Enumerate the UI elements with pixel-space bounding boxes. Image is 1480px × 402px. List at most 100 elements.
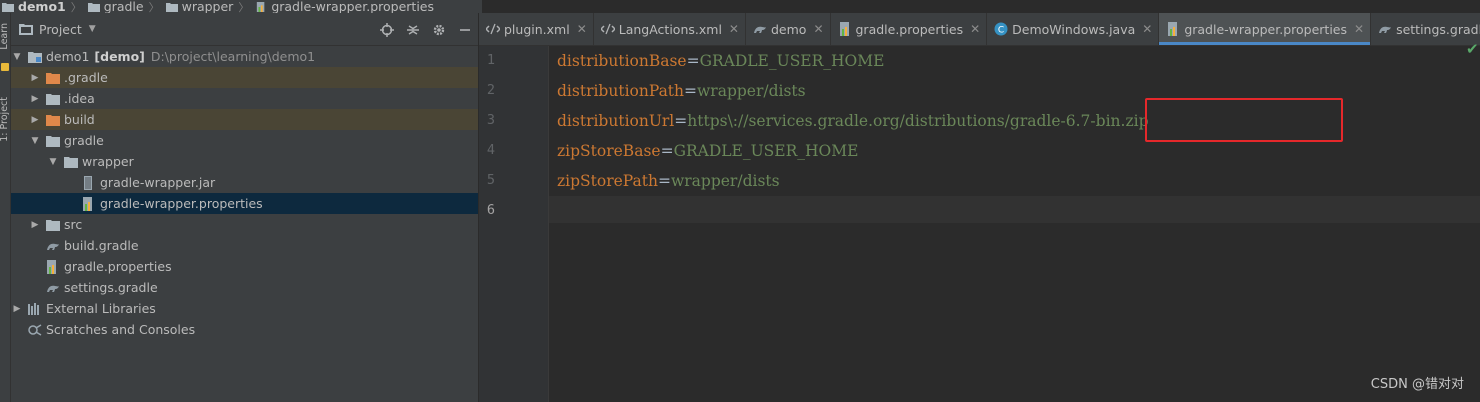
folder-icon xyxy=(64,156,78,168)
tree-item-src[interactable]: ▶ src xyxy=(11,214,478,235)
tree-item-demo1[interactable]: ▼ demo1 [demo] D:\project\learning\demo1 xyxy=(11,46,478,67)
tab-gradle-wrapper-properties[interactable]: gradle-wrapper.properties ✕ xyxy=(1159,13,1372,45)
close-icon[interactable]: ✕ xyxy=(1142,22,1152,36)
xml-icon xyxy=(486,23,500,35)
project-tool-button[interactable]: 1: Project xyxy=(0,97,10,142)
breadcrumb-label: gradle-wrapper.properties xyxy=(271,0,435,13)
line-number: 4 xyxy=(486,142,495,158)
expand-arrow-icon[interactable]: ▼ xyxy=(12,52,22,62)
tree-item-build-gradle[interactable]: build.gradle xyxy=(11,235,478,256)
folder-icon xyxy=(165,2,178,12)
expand-arrow-icon[interactable]: ▼ xyxy=(30,136,40,146)
chevron-right-icon: 〉 xyxy=(148,0,160,14)
tree-item-gradle-wrapper-properties[interactable]: gradle-wrapper.properties xyxy=(11,193,478,214)
project-view-icon xyxy=(19,24,33,35)
tree-item-label: External Libraries xyxy=(46,301,156,316)
folder-icon xyxy=(46,93,60,105)
breadcrumb-item-wrapper[interactable]: wrapper xyxy=(165,0,234,13)
property-value: GRADLE_USER_HOME xyxy=(699,52,885,70)
expand-arrow-icon[interactable]: ▶ xyxy=(30,73,40,83)
tree-item-label: demo1 xyxy=(46,49,90,64)
gear-icon[interactable] xyxy=(432,23,446,37)
tree-item-label: gradle xyxy=(64,133,104,148)
minimize-icon[interactable] xyxy=(458,23,472,37)
tab-label: demo xyxy=(770,21,807,37)
tree-item-label: wrapper xyxy=(82,154,134,169)
tree-item-settings-gradle[interactable]: settings.gradle xyxy=(11,277,478,298)
tab-label: gradle.properties xyxy=(855,21,964,37)
line-number: 6 xyxy=(486,202,495,218)
locate-icon[interactable] xyxy=(380,22,394,37)
breadcrumb-label: gradle xyxy=(103,0,144,13)
expand-arrow-icon[interactable]: ▶ xyxy=(30,94,40,104)
tree-item-build[interactable]: ▶ build xyxy=(11,109,478,130)
line-number: 2 xyxy=(486,82,495,98)
code-line[interactable]: zipStoreBase=GRADLE_USER_HOME xyxy=(557,136,858,166)
folder-excluded-icon xyxy=(46,114,60,126)
project-panel-header: Project ▼ xyxy=(11,13,478,46)
tab-demo[interactable]: demo ✕ xyxy=(746,13,831,45)
current-line-highlight xyxy=(549,196,1480,223)
line-number: 3 xyxy=(486,112,495,128)
scratches-icon xyxy=(28,323,42,336)
tree-item-label: build.gradle xyxy=(64,238,139,253)
module-name: [demo] xyxy=(94,49,145,64)
tree-item-gradle-wrapper-jar[interactable]: gradle-wrapper.jar xyxy=(11,172,478,193)
expand-arrow-icon[interactable]: ▶ xyxy=(12,304,22,314)
breadcrumb-item-file[interactable]: gradle-wrapper.properties xyxy=(255,0,434,13)
tool-window-strip: Learn 1: Project xyxy=(0,13,11,402)
tab-label: gradle-wrapper.properties xyxy=(1184,21,1348,37)
properties-icon xyxy=(1168,22,1178,36)
tree-item-gradle[interactable]: ▼ gradle xyxy=(11,130,478,151)
project-view-selector[interactable]: Project xyxy=(39,22,82,37)
expand-arrow-icon[interactable]: ▶ xyxy=(30,115,40,125)
folder-icon xyxy=(46,135,60,147)
learn-tool-button[interactable]: Learn xyxy=(0,23,10,50)
editor-gutter[interactable]: 1 2 3 4 5 6 xyxy=(479,46,549,402)
code-line[interactable]: distributionUrl=https\://services.gradle… xyxy=(557,106,1149,136)
breadcrumb-item-gradle[interactable]: gradle xyxy=(87,0,144,13)
code-line[interactable]: distributionPath=wrapper/dists xyxy=(557,76,806,106)
tab-gradle-properties[interactable]: gradle.properties ✕ xyxy=(831,13,988,45)
tab-label: LangActions.xml xyxy=(618,21,722,37)
tab-plugin-xml[interactable]: plugin.xml ✕ xyxy=(479,13,594,45)
breadcrumb-item-project[interactable]: demo1 xyxy=(2,0,66,13)
property-key: distributionUrl xyxy=(557,112,675,130)
tab-langactions-xml[interactable]: LangActions.xml ✕ xyxy=(594,13,746,45)
close-icon[interactable]: ✕ xyxy=(577,22,587,36)
libraries-icon xyxy=(28,302,39,315)
close-icon[interactable]: ✕ xyxy=(729,22,739,36)
line-number: 1 xyxy=(486,52,495,68)
dropdown-arrow-icon[interactable]: ▼ xyxy=(89,24,96,34)
tab-label: plugin.xml xyxy=(504,21,570,37)
tab-demowindows-java[interactable]: C DemoWindows.java ✕ xyxy=(987,13,1160,45)
line-number: 5 xyxy=(486,172,495,188)
module-path: D:\project\learning\demo1 xyxy=(150,49,316,64)
property-value: wrapper/dists xyxy=(697,82,806,100)
chevron-right-icon: 〉 xyxy=(70,0,82,14)
tree-item-external-libraries[interactable]: ▶ External Libraries xyxy=(11,298,478,319)
gradle-icon xyxy=(1379,26,1392,33)
tree-item-gradle-properties[interactable]: gradle.properties xyxy=(11,256,478,277)
property-value: wrapper/dists xyxy=(671,172,780,190)
tree-item-idea[interactable]: ▶ .idea xyxy=(11,88,478,109)
property-key: zipStoreBase xyxy=(557,142,661,160)
gradle-icon xyxy=(47,285,59,292)
tab-label: DemoWindows.java xyxy=(1012,21,1136,37)
breadcrumb-label: wrapper xyxy=(181,0,234,13)
expand-arrow-icon[interactable]: ▼ xyxy=(48,157,58,167)
close-icon[interactable]: ✕ xyxy=(1354,22,1364,36)
tree-item-label: Scratches and Consoles xyxy=(46,322,196,337)
code-line[interactable]: distributionBase=GRADLE_USER_HOME xyxy=(557,46,884,76)
tree-item-dot-gradle[interactable]: ▶ .gradle xyxy=(11,67,478,88)
tree-item-scratches[interactable]: Scratches and Consoles xyxy=(11,319,478,340)
close-icon[interactable]: ✕ xyxy=(813,22,823,36)
expand-arrow-icon[interactable]: ▶ xyxy=(30,220,40,230)
property-key: zipStorePath xyxy=(557,172,658,190)
chevron-right-icon: 〉 xyxy=(238,0,250,14)
close-icon[interactable]: ✕ xyxy=(970,22,980,36)
collapse-all-icon[interactable] xyxy=(406,23,420,37)
tab-settings-gradle[interactable]: settings.gradle ✕ xyxy=(1371,13,1480,45)
code-line[interactable]: zipStorePath=wrapper/dists xyxy=(557,166,780,196)
tree-item-wrapper[interactable]: ▼ wrapper xyxy=(11,151,478,172)
